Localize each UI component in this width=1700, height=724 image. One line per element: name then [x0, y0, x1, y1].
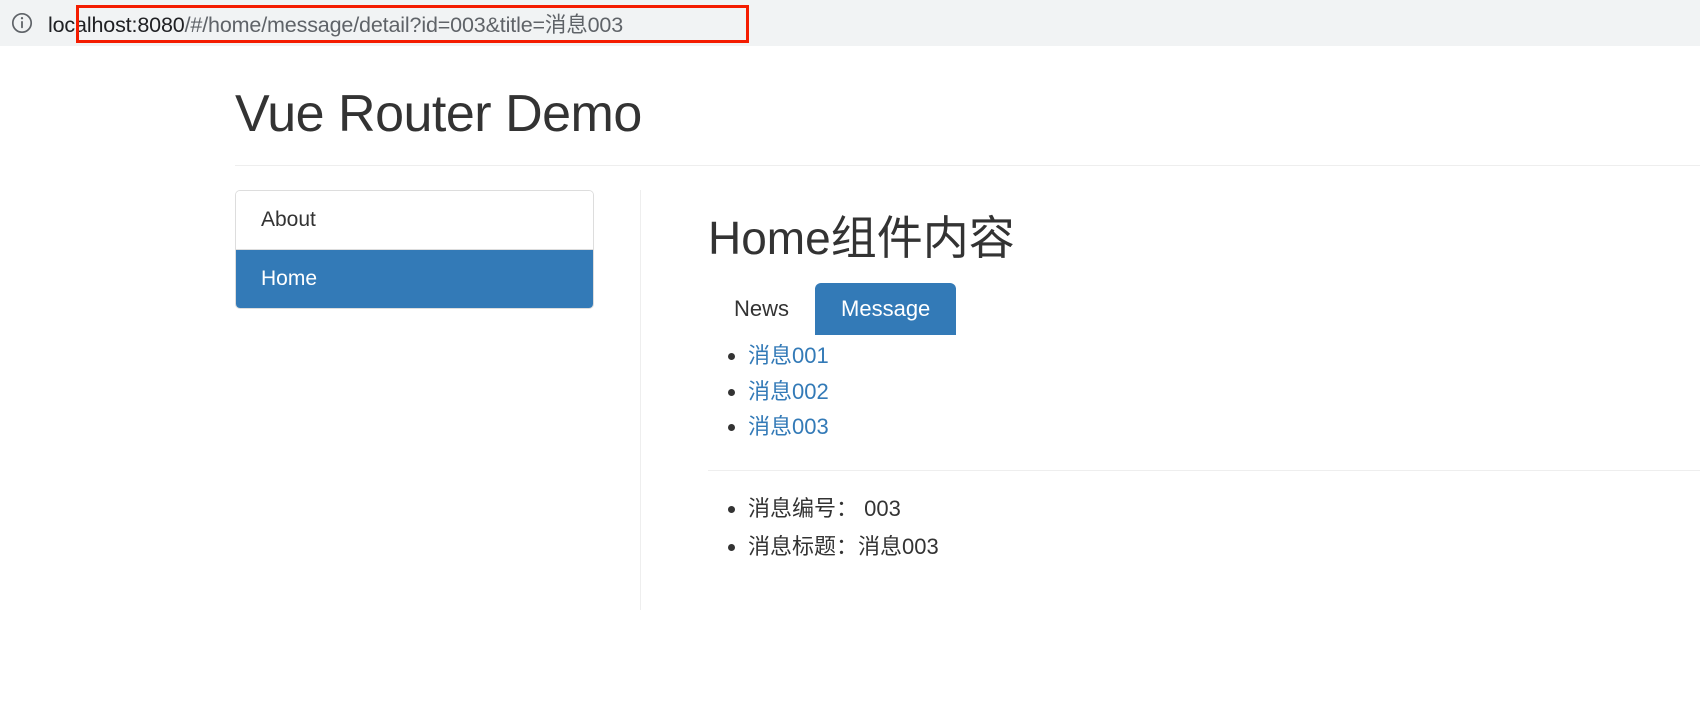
- message-list: 消息001 消息002 消息003: [708, 341, 1700, 442]
- page-header: Vue Router Demo: [235, 46, 1700, 167]
- detail-item-message-title: 消息标题：消息003: [748, 531, 1700, 563]
- url-text[interactable]: localhost:8080/#/home/message/detail?id=…: [39, 8, 623, 39]
- message-link-002[interactable]: 消息002: [748, 379, 829, 404]
- sidebar-column: About Home: [235, 190, 594, 310]
- url-field-wrapper[interactable]: localhost:8080/#/home/message/detail?id=…: [39, 2, 749, 44]
- sidebar-item-about[interactable]: About: [236, 191, 593, 251]
- message-link-001[interactable]: 消息001: [748, 343, 829, 368]
- sidebar-list-group: About Home: [235, 190, 594, 310]
- content-row: About Home Home组件内容 News Message 消息001 消…: [235, 166, 1700, 611]
- detail-separator: [708, 470, 1700, 472]
- content-heading: Home组件内容: [708, 212, 1015, 265]
- sidebar-item-home[interactable]: Home: [236, 250, 593, 309]
- message-link-003[interactable]: 消息003: [748, 414, 829, 439]
- list-item: 消息003: [748, 412, 1700, 442]
- main-content-column: Home组件内容 News Message 消息001 消息002 消息003: [640, 190, 1700, 611]
- info-circle-icon[interactable]: [9, 10, 35, 36]
- list-item: 消息002: [748, 377, 1700, 407]
- tab-news[interactable]: News: [708, 283, 815, 335]
- list-item: 消息001: [748, 341, 1700, 371]
- tab-message[interactable]: Message: [815, 282, 957, 336]
- page-body: Vue Router Demo About Home Home组件内容 News…: [0, 46, 1700, 724]
- page-title: Vue Router Demo: [235, 85, 642, 143]
- browser-url-bar: localhost:8080/#/home/message/detail?id=…: [0, 0, 1700, 46]
- message-detail-list: 消息编号： 003 消息标题：消息003: [708, 493, 1700, 563]
- detail-item-message-id: 消息编号： 003: [748, 493, 1700, 525]
- page-container: Vue Router Demo About Home Home组件内容 News…: [235, 46, 1700, 611]
- tab-bar: News Message: [708, 279, 1700, 336]
